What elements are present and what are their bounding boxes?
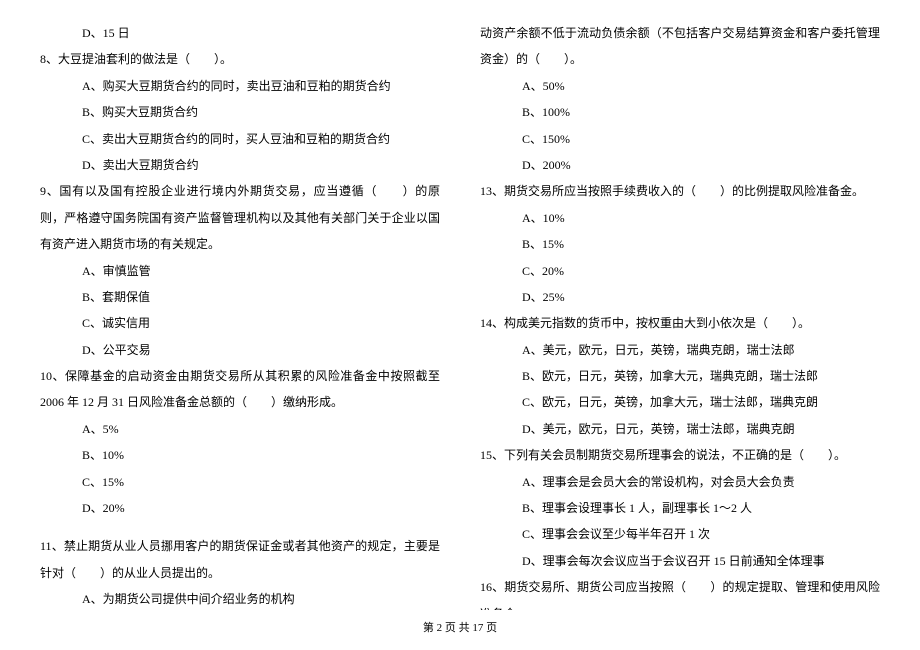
- question-text: 15、下列有关会员制期货交易所理事会的说法，不正确的是（ ）。: [480, 442, 880, 468]
- option-text: D、卖出大豆期货合约: [40, 152, 440, 178]
- option-text: C、理事会会议至少每半年召开 1 次: [480, 521, 880, 547]
- option-text: A、理事会是会员大会的常设机构，对会员大会负责: [480, 469, 880, 495]
- option-text: B、100%: [480, 99, 880, 125]
- question-text: 16、期货交易所、期货公司应当按照（ ）的规定提取、管理和使用风险准备金。: [480, 574, 880, 610]
- option-text: A、美元，欧元，日元，英镑，瑞典克朗，瑞士法郎: [480, 337, 880, 363]
- option-text: D、美元，欧元，日元，英镑，瑞士法郎，瑞典克朗: [480, 416, 880, 442]
- option-text: B、套期保值: [40, 284, 440, 310]
- option-text: A、为期货公司提供中间介绍业务的机构: [40, 586, 440, 610]
- question-text: 13、期货交易所应当按照手续费收入的（ ）的比例提取风险准备金。: [480, 178, 880, 204]
- option-text: D、20%: [40, 495, 440, 521]
- option-text: B、15%: [480, 231, 880, 257]
- option-text: C、欧元，日元，英镑，加拿大元，瑞士法郎，瑞典克朗: [480, 389, 880, 415]
- right-column: 动资产余额不低于流动负债余额（不包括客户交易结算资金和客户委托管理资金）的（ ）…: [480, 20, 880, 610]
- option-text: D、15 日: [40, 20, 440, 46]
- option-text: A、10%: [480, 205, 880, 231]
- question-text: 8、大豆提油套利的做法是（ ）。: [40, 46, 440, 72]
- spacer: [40, 521, 440, 533]
- question-text: 14、构成美元指数的货币中，按权重由大到小依次是（ ）。: [480, 310, 880, 336]
- question-text: 9、国有以及国有控股企业进行境内外期货交易，应当遵循（ ）的原则，严格遵守国务院…: [40, 178, 440, 257]
- option-text: D、公平交易: [40, 337, 440, 363]
- option-text: A、购买大豆期货合约的同时，卖出豆油和豆粕的期货合约: [40, 73, 440, 99]
- option-text: A、审慎监管: [40, 258, 440, 284]
- option-text: D、理事会每次会议应当于会议召开 15 日前通知全体理事: [480, 548, 880, 574]
- option-text: B、理事会设理事长 1 人，副理事长 1～2 人: [480, 495, 880, 521]
- option-text: C、诚实信用: [40, 310, 440, 336]
- option-text: C、150%: [480, 126, 880, 152]
- option-text: B、10%: [40, 442, 440, 468]
- page-footer: 第 2 页 共 17 页: [0, 616, 920, 640]
- question-text: 10、保障基金的启动资金由期货交易所从其积累的风险准备金中按照截至 2006 年…: [40, 363, 440, 416]
- option-text: D、200%: [480, 152, 880, 178]
- option-text: B、欧元，日元，英镑，加拿大元，瑞典克朗，瑞士法郎: [480, 363, 880, 389]
- option-text: A、50%: [480, 73, 880, 99]
- option-text: A、5%: [40, 416, 440, 442]
- option-text: D、25%: [480, 284, 880, 310]
- option-text: C、卖出大豆期货合约的同时，买人豆油和豆粕的期货合约: [40, 126, 440, 152]
- option-text: C、15%: [40, 469, 440, 495]
- left-column: D、15 日 8、大豆提油套利的做法是（ ）。 A、购买大豆期货合约的同时，卖出…: [40, 20, 440, 610]
- question-continuation: 动资产余额不低于流动负债余额（不包括客户交易结算资金和客户委托管理资金）的（ ）…: [480, 20, 880, 73]
- document-columns: D、15 日 8、大豆提油套利的做法是（ ）。 A、购买大豆期货合约的同时，卖出…: [40, 20, 880, 610]
- question-text: 11、禁止期货从业人员挪用客户的期货保证金或者其他资产的规定，主要是针对（ ）的…: [40, 533, 440, 586]
- option-text: C、20%: [480, 258, 880, 284]
- option-text: B、购买大豆期货合约: [40, 99, 440, 125]
